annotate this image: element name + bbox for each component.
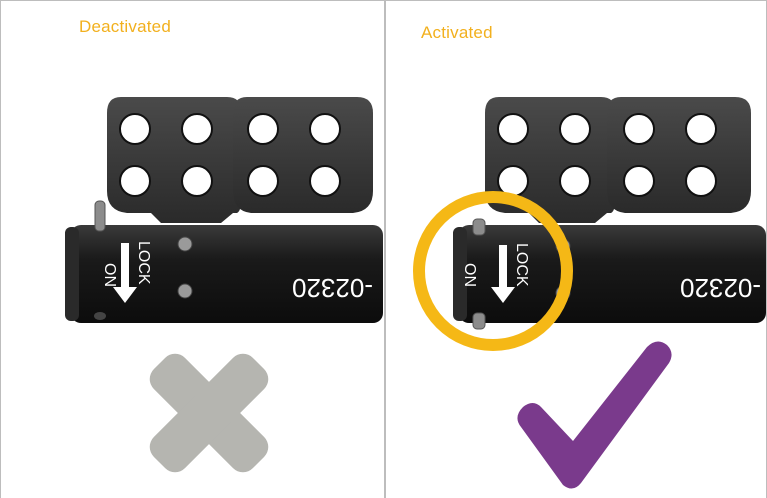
hole-plate-group [107, 97, 373, 223]
lock-label: LOCK [135, 241, 152, 285]
activated-device-illustration: ON LOCK -02320 [413, 97, 766, 489]
cross-icon [149, 353, 269, 473]
comparison-figure: Deactivated ON LOCK -02320 Activated ON … [0, 0, 767, 498]
on-label: ON [461, 263, 478, 287]
deactivated-panel: Deactivated ON LOCK -02320 [1, 1, 383, 498]
checkmark-icon [517, 341, 672, 489]
activated-panel: Activated ON LOCK -02320 [385, 1, 766, 498]
on-label: ON [101, 263, 118, 287]
deactivated-device-illustration: ON LOCK -02320 [65, 97, 383, 473]
lock-label: LOCK [513, 243, 530, 287]
serial-number-text: -02320 [680, 273, 761, 303]
serial-number-text: -02320 [292, 273, 373, 303]
